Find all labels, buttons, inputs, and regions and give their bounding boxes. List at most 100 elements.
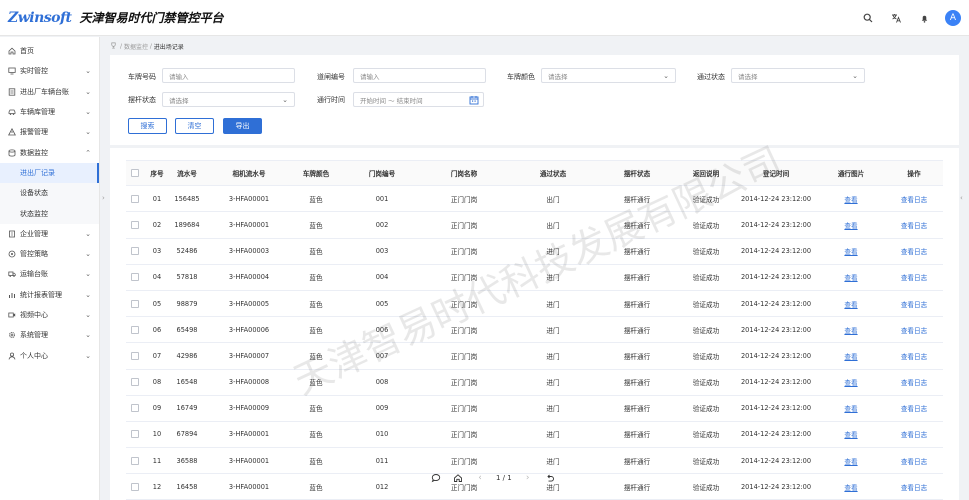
view-log-link[interactable]: 查看日志 (901, 377, 927, 387)
cell-color: 蓝色 (288, 422, 344, 447)
cell-text-serial: 156485 (174, 194, 200, 203)
cell-img: 查看 (818, 343, 884, 368)
sidebar-item-entry-records[interactable]: 进出厂记录 (0, 162, 99, 184)
sidebar-item-status-monitor[interactable]: 状态监控 (0, 203, 99, 224)
view-log-link[interactable]: 查看日志 (901, 272, 927, 282)
sidebar-item-video[interactable]: 视频中心 ⌄ (0, 305, 99, 325)
sidebar-item-personal[interactable]: 个人中心 ⌄ (0, 345, 99, 365)
view-log-link[interactable]: 查看日志 (901, 325, 927, 335)
view-image-link[interactable]: 查看 (844, 482, 857, 492)
cell-text-color: 蓝色 (309, 274, 323, 283)
view-image-link[interactable]: 查看 (844, 377, 857, 387)
view-log-link[interactable]: 查看日志 (901, 220, 927, 230)
avatar[interactable]: A (945, 10, 961, 26)
time-range-picker[interactable]: 开始时间 ～ 结束时间 (353, 92, 484, 107)
sidebar-item-enterprise[interactable]: 企业管理 ⌄ (0, 224, 99, 244)
row-checkbox[interactable] (131, 482, 139, 491)
plate-input[interactable]: 请输入 (162, 68, 295, 83)
cell-ret: 验证成功 (674, 186, 738, 211)
logo[interactable]: Zwinsoft (8, 10, 72, 26)
undo-icon[interactable] (544, 472, 556, 484)
cell-gate: 002 (350, 212, 414, 237)
col-header: 相机流水号 (232, 170, 266, 179)
row-checkbox[interactable] (131, 220, 139, 229)
sidebar-item-home[interactable]: 首页 (0, 41, 99, 61)
view-image-link[interactable]: 查看 (844, 429, 857, 439)
row-checkbox[interactable] (131, 299, 139, 308)
next-page-icon[interactable]: › (522, 472, 534, 484)
sidebar-item-label: 报警管理 (20, 128, 48, 137)
table-header-row: 序号 流水号 相机流水号 车牌颜色 门岗编号 门岗名称 通过状态 摆杆状态 返回… (126, 160, 943, 187)
cell-cam: 3-HFA00001 (214, 448, 284, 473)
export-button[interactable]: 导出 (223, 118, 262, 134)
cell-text-color: 蓝色 (309, 195, 323, 204)
view-log-link[interactable]: 查看日志 (901, 482, 927, 492)
view-log-link[interactable]: 查看日志 (901, 429, 927, 439)
comment-icon[interactable] (430, 472, 442, 484)
sidebar-item-transport[interactable]: 运输台账 ⌄ (0, 264, 99, 284)
view-image-link[interactable]: 查看 (844, 456, 857, 466)
cell-pass: 进门 (515, 396, 591, 421)
pass-select[interactable]: 请选择 ⌄ (731, 68, 865, 83)
search-button[interactable]: 搜索 (128, 118, 167, 134)
sidebar-item-system[interactable]: 系统管理 ⌄ (0, 325, 99, 345)
view-image-link[interactable]: 查看 (844, 272, 857, 282)
sidebar-item-reports[interactable]: 统计报表管理 ⌄ (0, 285, 99, 305)
sidebar-item-vehicle-db[interactable]: 车辆库管理 ⌄ (0, 102, 99, 122)
view-image-link[interactable]: 查看 (844, 220, 857, 230)
sidebar-item-alarm[interactable]: 报警管理 ⌄ (0, 122, 99, 142)
row-checkbox[interactable] (131, 378, 139, 387)
collapse-sidebar-icon[interactable]: › (102, 194, 105, 202)
calendar-icon[interactable] (469, 95, 479, 105)
row-checkbox[interactable] (131, 351, 139, 360)
cell-gate-name: 正门门岗 (426, 370, 502, 395)
row-checkbox[interactable] (131, 247, 139, 256)
view-log-link[interactable]: 查看日志 (901, 351, 927, 361)
car-icon (8, 108, 16, 116)
row-checkbox[interactable] (131, 194, 139, 203)
cell-text-bar: 摆杆通行 (623, 457, 651, 466)
cell-color: 蓝色 (288, 317, 344, 342)
row-checkbox[interactable] (131, 430, 139, 439)
gate-input[interactable]: 请输入 (353, 68, 486, 83)
home-icon[interactable] (452, 472, 464, 484)
view-image-link[interactable]: 查看 (844, 299, 857, 309)
breadcrumb-parent[interactable]: 数据监控 (124, 42, 148, 51)
prev-page-icon[interactable]: ‹ (474, 472, 486, 484)
row-checkbox[interactable] (131, 456, 139, 465)
expand-right-icon[interactable]: ‹ (960, 194, 963, 202)
view-image-link[interactable]: 查看 (844, 194, 857, 204)
view-log-link[interactable]: 查看日志 (901, 194, 927, 204)
sidebar-item-vehicle-ledger[interactable]: 进出厂车辆台账 ⌄ (0, 82, 99, 102)
view-image-link[interactable]: 查看 (844, 325, 857, 335)
view-log-link[interactable]: 查看日志 (901, 299, 927, 309)
time-label: 通行时间 (317, 96, 345, 104)
row-checkbox[interactable] (131, 325, 139, 334)
row-checkbox[interactable] (131, 273, 139, 282)
select-all-checkbox[interactable] (131, 169, 139, 178)
cell-text-bar: 摆杆通行 (623, 274, 651, 283)
sidebar-item-strategy[interactable]: 管控策略 ⌄ (0, 244, 99, 264)
search-icon[interactable] (861, 11, 875, 25)
sidebar-item-data-monitor[interactable]: 数据监控 ⌃ (0, 142, 99, 162)
row-checkbox[interactable] (131, 404, 139, 413)
cell-pass: 出门 (515, 212, 591, 237)
sidebar-item-realtime[interactable]: 实时管控 ⌄ (0, 61, 99, 81)
cell-cam: 3-HFA00005 (214, 291, 284, 316)
view-image-link[interactable]: 查看 (844, 403, 857, 413)
cell-color: 蓝色 (288, 370, 344, 395)
view-log-link[interactable]: 查看日志 (901, 456, 927, 466)
clear-button[interactable]: 清空 (175, 118, 214, 134)
cell-gate-name: 正门门岗 (426, 422, 502, 447)
color-select[interactable]: 请选择 ⌄ (541, 68, 676, 83)
bar-select[interactable]: 请选择 ⌄ (162, 92, 295, 107)
translate-icon[interactable] (889, 11, 903, 25)
sidebar-item-device-status[interactable]: 设备状态 (0, 183, 99, 204)
table-panel: 序号 流水号 相机流水号 车牌颜色 门岗编号 门岗名称 通过状态 摆杆状态 返回… (110, 148, 959, 500)
view-log-link[interactable]: 查看日志 (901, 403, 927, 413)
view-image-link[interactable]: 查看 (844, 351, 857, 361)
bell-icon[interactable] (917, 11, 931, 25)
cell-gate: 011 (350, 448, 414, 473)
view-log-link[interactable]: 查看日志 (901, 246, 927, 256)
view-image-link[interactable]: 查看 (844, 246, 857, 256)
